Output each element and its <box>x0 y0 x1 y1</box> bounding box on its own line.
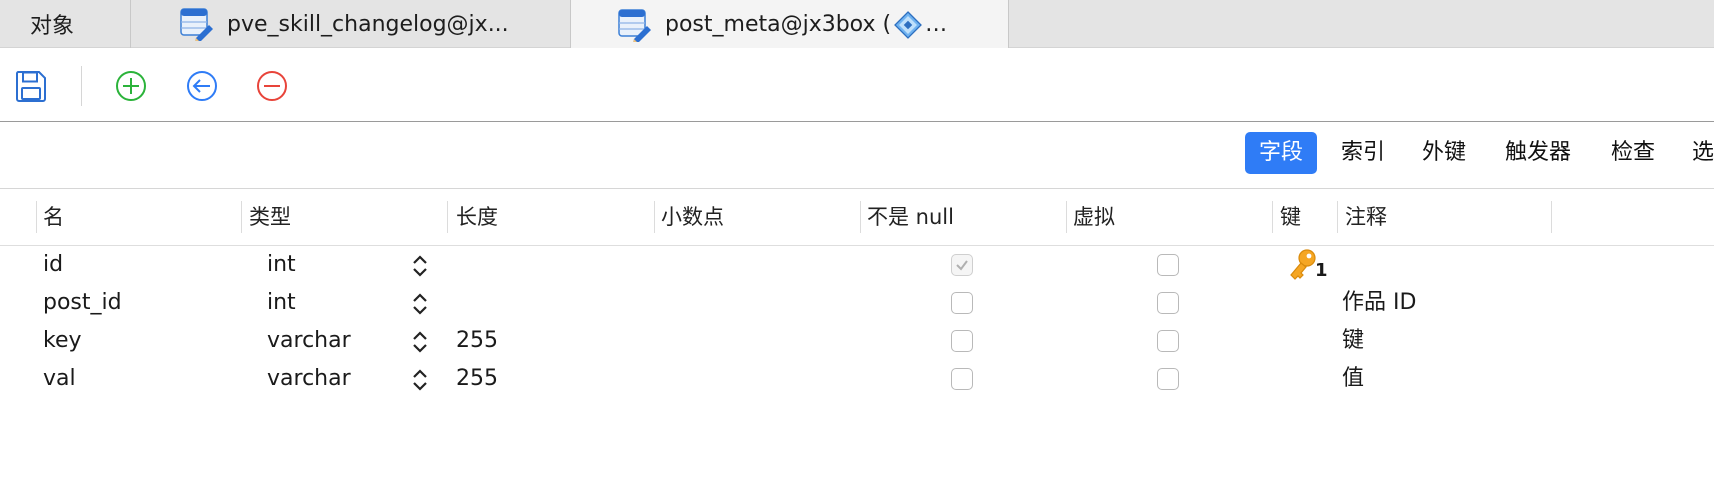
design-tab-bar: 字段 索引 外键 触发器 检查 选 <box>0 122 1714 189</box>
field-length[interactable]: 255 <box>456 322 498 360</box>
field-comment[interactable]: 作品 ID <box>1342 284 1416 322</box>
type-stepper-icon[interactable] <box>411 367 429 393</box>
column-header-decimals[interactable]: 小数点 <box>661 203 724 231</box>
table-row[interactable]: val varchar 255 值 <box>0 360 1714 398</box>
virtual-checkbox[interactable] <box>1157 330 1179 352</box>
tab-options[interactable]: 选 <box>1692 132 1714 174</box>
column-header-not-null[interactable]: 不是 null <box>867 203 954 231</box>
tab-checks[interactable]: 检查 <box>1611 132 1655 174</box>
not-null-checkbox[interactable] <box>951 292 973 314</box>
table-design-icon <box>180 8 213 41</box>
column-divider <box>1066 201 1067 233</box>
connection-diamond-icon <box>894 10 922 39</box>
table-row[interactable]: key varchar 255 键 <box>0 322 1714 360</box>
tab-triggers[interactable]: 触发器 <box>1505 132 1571 174</box>
not-null-checkbox[interactable] <box>951 254 973 276</box>
table-row[interactable]: post_id int 作品 ID <box>0 284 1714 322</box>
tab-label-ellipsis: … <box>925 12 948 37</box>
not-null-checkbox[interactable] <box>951 368 973 390</box>
field-type[interactable]: int <box>267 284 296 322</box>
column-header-length[interactable]: 长度 <box>456 203 498 231</box>
field-comment[interactable]: 键 <box>1342 322 1364 360</box>
column-divider <box>1272 201 1273 233</box>
column-divider <box>860 201 861 233</box>
type-stepper-icon[interactable] <box>411 253 429 279</box>
tab-post-meta[interactable]: post_meta@jx3box ( … <box>571 0 1009 49</box>
delete-field-icon[interactable] <box>254 68 290 104</box>
field-type[interactable]: int <box>267 246 296 284</box>
type-stepper-icon[interactable] <box>411 329 429 355</box>
column-divider <box>1337 201 1338 233</box>
virtual-checkbox[interactable] <box>1157 368 1179 390</box>
field-length[interactable]: 255 <box>456 360 498 398</box>
field-name[interactable]: val <box>43 360 76 398</box>
not-null-checkbox[interactable] <box>951 330 973 352</box>
column-divider <box>654 201 655 233</box>
column-header-comment[interactable]: 注释 <box>1345 203 1387 231</box>
tab-foreign-keys[interactable]: 外键 <box>1422 132 1466 174</box>
tab-fields[interactable]: 字段 <box>1245 132 1318 174</box>
field-name[interactable]: id <box>43 246 63 284</box>
field-name[interactable]: post_id <box>43 284 122 322</box>
toolbar <box>0 48 1714 122</box>
tab-bar: 对象 pve_skill_changelog@jx... post_meta@j… <box>0 0 1714 49</box>
field-type[interactable]: varchar <box>267 360 351 398</box>
checkmark-icon <box>956 260 968 271</box>
tab-label: 对象 <box>30 14 75 39</box>
column-header-type[interactable]: 类型 <box>249 203 291 231</box>
insert-field-icon[interactable] <box>184 68 220 104</box>
save-icon[interactable] <box>13 68 49 104</box>
add-field-icon[interactable] <box>113 68 149 104</box>
tab-label: pve_skill_changelog@jx... <box>227 11 509 37</box>
fields-table-header: 名 类型 长度 小数点 不是 null 虚拟 键 注释 <box>0 189 1714 246</box>
field-comment[interactable]: 值 <box>1342 360 1364 398</box>
column-divider <box>36 201 37 233</box>
virtual-checkbox[interactable] <box>1157 254 1179 276</box>
tab-pve-skill-changelog[interactable]: pve_skill_changelog@jx... <box>131 0 571 48</box>
column-header-key[interactable]: 键 <box>1280 203 1301 231</box>
tab-indexes[interactable]: 索引 <box>1341 132 1385 174</box>
toolbar-divider <box>81 66 82 106</box>
field-name[interactable]: key <box>43 322 82 360</box>
column-divider <box>241 201 242 233</box>
table-design-icon <box>618 8 651 42</box>
tab-objects[interactable]: 对象 <box>0 0 131 48</box>
table-row[interactable]: id int 1 <box>0 246 1714 284</box>
virtual-checkbox[interactable] <box>1157 292 1179 314</box>
column-divider <box>1551 201 1552 233</box>
column-header-virtual[interactable]: 虚拟 <box>1073 203 1115 231</box>
tab-label: post_meta@jx3box ( <box>665 12 892 37</box>
column-header-name[interactable]: 名 <box>43 203 64 231</box>
type-stepper-icon[interactable] <box>411 291 429 317</box>
field-type[interactable]: varchar <box>267 322 351 360</box>
column-divider <box>447 201 448 233</box>
